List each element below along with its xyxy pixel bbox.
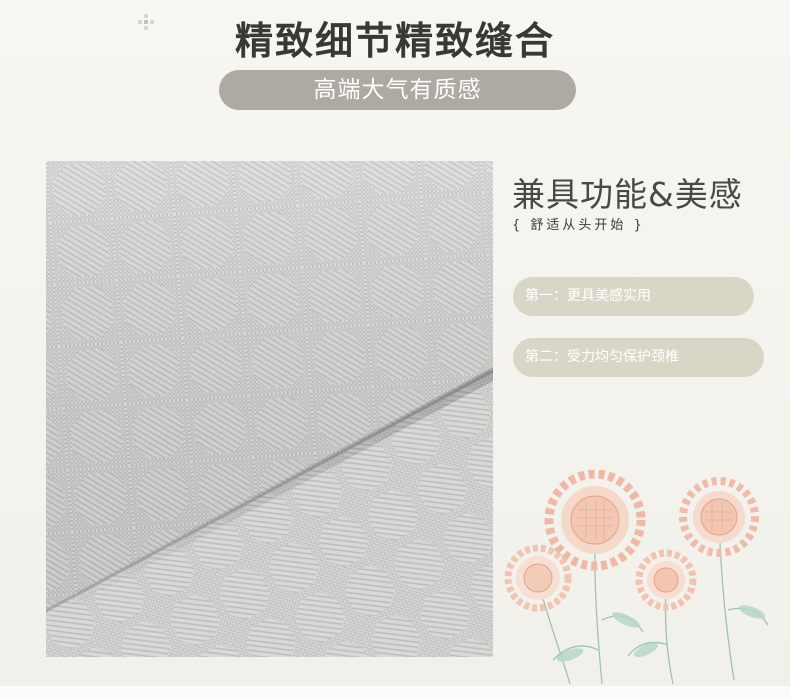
page-title: 精致细节精致缝合 (234, 19, 555, 63)
sunflower-illustration (504, 470, 769, 685)
feature-heading: 兼具功能&美感 (512, 175, 743, 214)
bottom-strip (0, 686, 790, 699)
fabric-image (46, 161, 493, 657)
feature-pill-2: 第二：受力均匀保护颈椎 (513, 338, 764, 377)
feature-pill-1: 第一：更具美感实用 (513, 277, 754, 316)
feature-subheading: { 舒适从头开始 } (512, 218, 645, 233)
subtitle-pill: 高端大气有质感 (219, 70, 576, 110)
